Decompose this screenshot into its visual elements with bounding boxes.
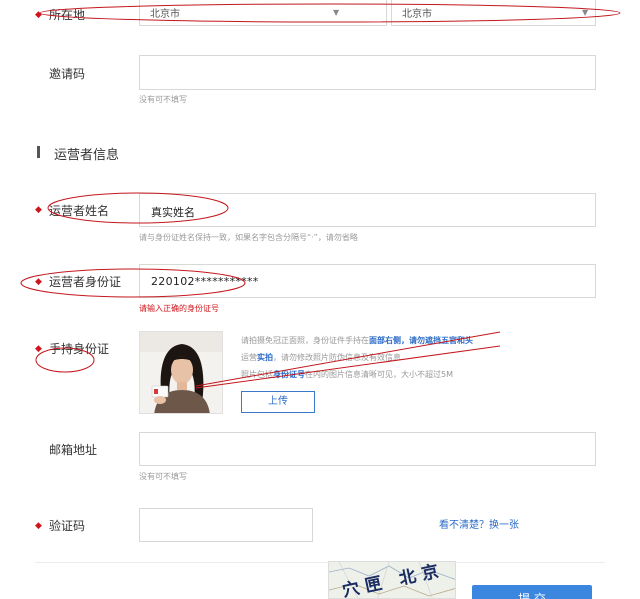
operator-name-label: 运营者姓名 xyxy=(49,204,110,218)
required-mark-captcha: ◆ xyxy=(35,521,42,531)
operator-name-input[interactable]: 真实姓名 xyxy=(139,193,596,227)
captcha-image[interactable]: 穴匣 北京 xyxy=(328,561,456,599)
province-select-value: 北京市 xyxy=(150,9,180,20)
captcha-refresh-link[interactable]: 看不清楚？换一张 xyxy=(439,516,519,531)
submit-button[interactable]: 提 交 xyxy=(472,585,592,599)
section-bar xyxy=(37,146,40,158)
captcha-input[interactable] xyxy=(139,508,313,542)
operator-id-label: 运营者身份证 xyxy=(49,275,122,289)
email-input[interactable] xyxy=(139,432,596,466)
invite-code-label: 邀请码 xyxy=(49,67,86,81)
required-mark-location: ◆ xyxy=(35,10,42,20)
operator-id-value: 220102*********** xyxy=(151,275,259,288)
handheld-id-label: 手持身份证 xyxy=(49,342,110,356)
instruction-line-2: 运营实拍，请勿修改照片防伪信息及有效信息 xyxy=(241,353,401,362)
chevron-down-icon: ▼ xyxy=(333,8,340,17)
city-select[interactable]: 北京市 ▼ xyxy=(391,0,596,26)
required-mark-id: ◆ xyxy=(35,277,42,287)
required-mark-name: ◆ xyxy=(35,205,42,215)
invite-code-hint: 没有可不填写 xyxy=(139,95,187,104)
captcha-label: 验证码 xyxy=(49,519,86,533)
handheld-id-photo xyxy=(139,331,223,414)
chevron-down-icon: ▼ xyxy=(582,8,589,17)
city-select-value: 北京市 xyxy=(402,9,432,20)
operator-id-input[interactable]: 220102*********** xyxy=(139,264,596,298)
operator-id-error: 请输入正确的身份证号 xyxy=(139,304,219,313)
instruction-line-1: 请拍摄免冠正面照，身份证件手持在面部右侧，请勿遮挡五官和头 xyxy=(241,336,473,345)
divider xyxy=(35,562,605,563)
location-label: 所在地 xyxy=(49,8,86,22)
province-select[interactable]: 北京市 ▼ xyxy=(139,0,387,26)
email-hint: 没有可不填写 xyxy=(139,472,187,481)
upload-button[interactable]: 上传 xyxy=(241,391,315,413)
required-mark-handheld: ◆ xyxy=(35,344,42,354)
operator-name-value: 真实姓名 xyxy=(151,206,195,219)
operator-name-hint: 请与身份证姓名保持一致，如果名字包含分隔号“·”，请勿省略 xyxy=(139,233,358,242)
email-label: 邮箱地址 xyxy=(49,443,98,457)
instruction-line-3: 照片包括身份证号在内的图片信息清晰可见，大小不超过5M xyxy=(241,370,453,379)
section-title: 运营者信息 xyxy=(54,148,120,163)
invite-code-input[interactable] xyxy=(139,55,596,90)
